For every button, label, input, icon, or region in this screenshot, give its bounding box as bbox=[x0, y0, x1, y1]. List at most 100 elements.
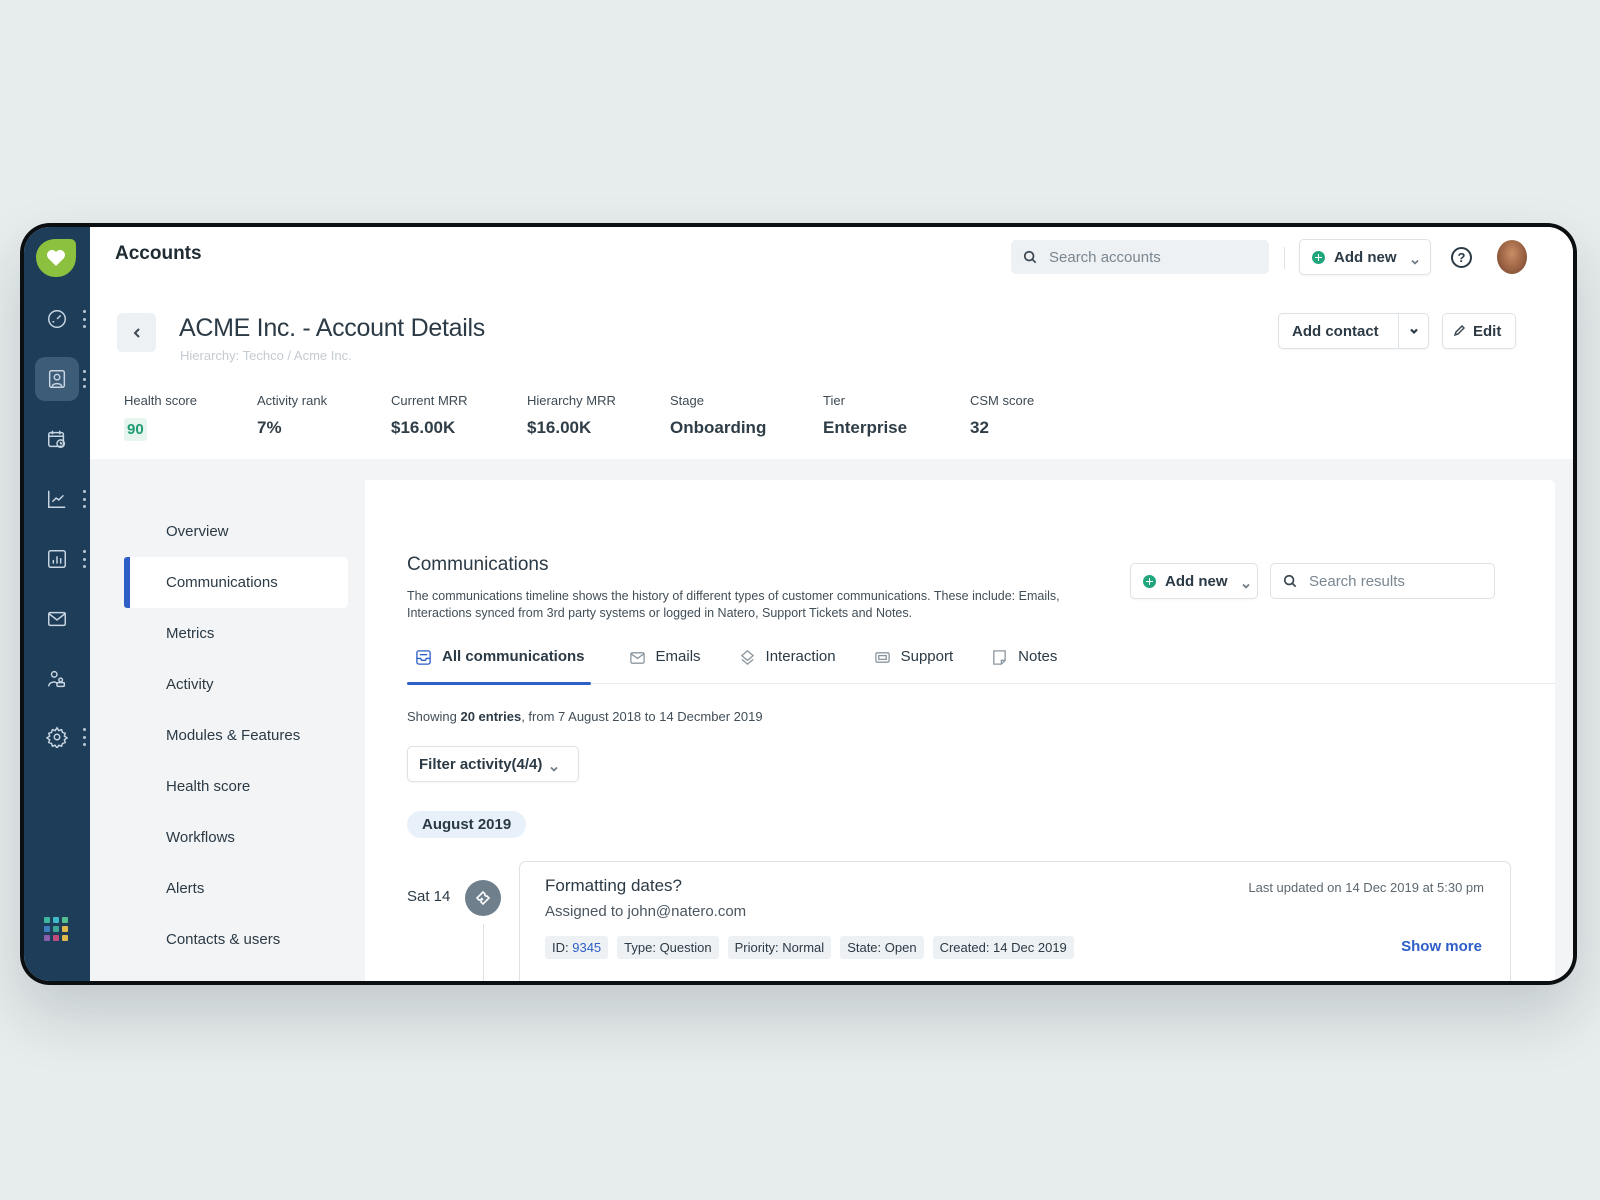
communication-tabs: All communications Emails Interaction Su… bbox=[407, 644, 1555, 685]
edit-label: Edit bbox=[1473, 322, 1502, 340]
stat-csm-score: CSM score 32 bbox=[970, 393, 1070, 441]
tag-id: ID: 9345 bbox=[545, 936, 609, 959]
calendar-clock-icon[interactable] bbox=[35, 417, 79, 461]
tab-label: Interaction bbox=[765, 648, 836, 665]
user-avatar[interactable] bbox=[1497, 240, 1527, 274]
tag-state: State: Open bbox=[840, 936, 924, 959]
nav-item-alerts[interactable]: Alerts bbox=[124, 863, 348, 914]
nav-item-workflows[interactable]: Workflows bbox=[124, 812, 348, 863]
stat-value: $16.00K bbox=[527, 418, 592, 437]
brand-logo-icon[interactable] bbox=[36, 239, 76, 277]
ticket-id-link[interactable]: 9345 bbox=[572, 940, 601, 955]
mail-icon bbox=[629, 652, 645, 664]
ticket-icon bbox=[874, 652, 890, 663]
communication-card[interactable]: Formatting dates? Assigned to john@nater… bbox=[519, 861, 1511, 981]
stat-label: Hierarchy MRR bbox=[527, 393, 616, 408]
add-contact-dropdown[interactable] bbox=[1399, 326, 1428, 336]
tab-label: Notes bbox=[1018, 648, 1058, 665]
stat-value: 32 bbox=[970, 418, 989, 437]
nav-item-modules-features[interactable]: Modules & Features bbox=[124, 710, 348, 761]
nav-item-contacts-users[interactable]: Contacts & users bbox=[124, 914, 348, 965]
trend-more-icon[interactable] bbox=[82, 490, 86, 508]
account-stats: Health score 90 Activity rank 7% Current… bbox=[124, 393, 1070, 441]
entry-count: 20 entries bbox=[460, 709, 522, 724]
pencil-icon bbox=[1453, 325, 1465, 337]
tab-label: Support bbox=[900, 648, 954, 665]
question-circle-icon[interactable]: ? bbox=[1451, 247, 1472, 268]
tab-label: All communications bbox=[442, 648, 585, 665]
edit-button[interactable]: Edit bbox=[1442, 313, 1516, 349]
showing-prefix: Showing bbox=[407, 709, 461, 724]
stat-value: Enterprise bbox=[823, 418, 908, 437]
search-accounts-input[interactable]: Search accounts bbox=[1011, 240, 1269, 274]
tag-created: Created: 14 Dec 2019 bbox=[932, 936, 1074, 959]
stat-value: 7% bbox=[257, 418, 282, 437]
inbox-icon bbox=[416, 650, 431, 665]
trend-chart-icon[interactable] bbox=[35, 477, 79, 521]
apps-grid-cell bbox=[44, 935, 50, 941]
plus-circle-icon bbox=[1312, 250, 1325, 264]
nav-item-metrics[interactable]: Metrics bbox=[124, 608, 348, 659]
stat-tier: Tier Enterprise bbox=[823, 393, 970, 441]
bar-chart-more-icon[interactable] bbox=[82, 550, 86, 568]
apps-grid-cell bbox=[53, 926, 59, 932]
filter-activity-dropdown[interactable]: Filter activity(4/4) bbox=[407, 746, 579, 782]
tab-emails[interactable]: Emails bbox=[629, 644, 701, 684]
section-title: Communications bbox=[407, 554, 549, 575]
section-description: The communications timeline shows the hi… bbox=[407, 589, 1060, 620]
stat-stage: Stage Onboarding bbox=[670, 393, 823, 441]
search-results-input[interactable]: Search results bbox=[1270, 563, 1495, 599]
add-contact-button-group: Add contact bbox=[1278, 313, 1429, 349]
chevron-down-icon bbox=[1410, 253, 1419, 265]
add-contact-button[interactable]: Add contact bbox=[1279, 314, 1399, 348]
stat-label: Health score bbox=[124, 393, 197, 408]
nav-item-communications[interactable]: Communications bbox=[124, 557, 348, 608]
apps-launcher-icon[interactable] bbox=[44, 917, 68, 941]
show-more-link[interactable]: Show more bbox=[1401, 938, 1482, 955]
add-communication-button[interactable]: Add new bbox=[1130, 563, 1258, 599]
nav-item-health-score[interactable]: Health score bbox=[124, 761, 348, 812]
add-new-label: Add new bbox=[1334, 248, 1397, 266]
app-window: Accounts Search accounts Add new ? ACME … bbox=[24, 227, 1573, 981]
tab-notes[interactable]: Notes bbox=[991, 644, 1057, 684]
nav-item-overview[interactable]: Overview bbox=[124, 506, 348, 557]
apps-grid-cell bbox=[62, 917, 68, 923]
apps-grid-cell bbox=[53, 935, 59, 941]
month-header: August 2019 bbox=[407, 811, 527, 838]
search-accounts-placeholder: Search accounts bbox=[1049, 248, 1161, 266]
section-nav: Overview Communications Metrics Activity… bbox=[107, 480, 365, 981]
content-panel: Overview Communications Metrics Activity… bbox=[107, 480, 1555, 981]
card-last-updated: Last updated on 14 Dec 2019 at 5:30 pm bbox=[1248, 880, 1484, 895]
apps-grid-cell bbox=[44, 917, 50, 923]
add-new-button[interactable]: Add new bbox=[1299, 239, 1431, 275]
search-results-placeholder: Search results bbox=[1309, 572, 1405, 590]
settings-icon[interactable] bbox=[35, 715, 79, 759]
bar-chart-icon[interactable] bbox=[35, 537, 79, 581]
tab-all-communications[interactable]: All communications bbox=[407, 644, 591, 685]
back-button[interactable] bbox=[117, 313, 156, 352]
card-tags: ID: 9345 Type: Question Priority: Normal… bbox=[545, 936, 1083, 959]
tag-type: Type: Question bbox=[617, 936, 719, 959]
tab-interaction[interactable]: Interaction bbox=[739, 644, 836, 684]
layers-icon bbox=[740, 650, 754, 665]
nav-item-activity[interactable]: Activity bbox=[124, 659, 348, 710]
dashboard-icon[interactable] bbox=[35, 297, 79, 341]
stat-label: Stage bbox=[670, 393, 704, 408]
breadcrumb: Hierarchy: Techco / Acme Inc. bbox=[180, 348, 352, 363]
filter-label: Filter activity(4/4) bbox=[419, 755, 543, 773]
chevron-left-icon bbox=[133, 327, 140, 338]
account-header: Accounts Search accounts Add new ? ACME … bbox=[90, 227, 1573, 459]
stat-label: CSM score bbox=[970, 393, 1035, 408]
mail-icon[interactable] bbox=[35, 597, 79, 641]
settings-more-icon[interactable] bbox=[82, 728, 86, 746]
date-range: , from 7 August 2018 to 14 Decmber 2019 bbox=[521, 709, 763, 724]
stat-activity-rank: Activity rank 7% bbox=[257, 393, 391, 441]
accounts-icon[interactable] bbox=[35, 357, 79, 401]
dashboard-more-icon[interactable] bbox=[82, 310, 86, 328]
add-new-label: Add new bbox=[1165, 572, 1228, 590]
users-icon[interactable] bbox=[35, 657, 79, 701]
tab-support[interactable]: Support bbox=[874, 644, 954, 684]
stat-health-score: Health score 90 bbox=[124, 393, 257, 441]
chevron-down-icon bbox=[1241, 577, 1250, 589]
accounts-more-icon[interactable] bbox=[82, 370, 86, 388]
